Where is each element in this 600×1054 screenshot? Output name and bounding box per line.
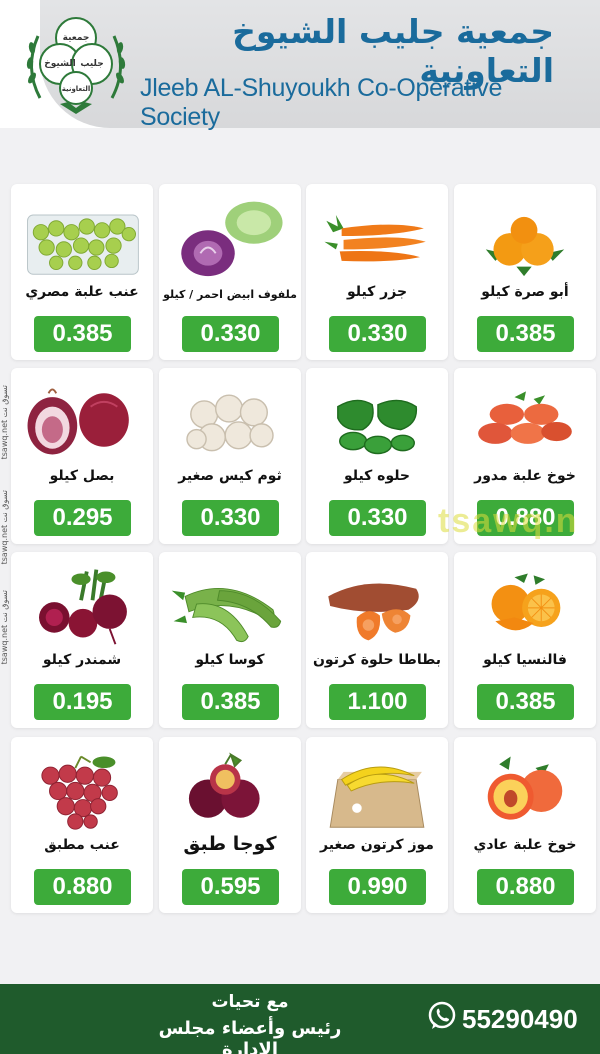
product-card[interactable]: عنب علبة مصري 0.385 [11, 184, 153, 360]
product-card[interactable]: حلوه كيلو 0.330 [306, 368, 448, 544]
product-name: جزر كيلو [346, 284, 408, 300]
society-logo: جمعية جليب الشيوخ التعاونية [26, 17, 126, 114]
banana-box-icon [329, 766, 425, 828]
beetroot-icon [39, 569, 127, 645]
logo-word-1: جمعية [63, 33, 90, 43]
product-name: أبو صرة كيلو [481, 284, 569, 300]
product-name: عنب مطبق [44, 837, 120, 853]
price-badge: 0.330 [182, 316, 279, 352]
zucchini-icon [171, 587, 282, 643]
price-badge: 1.100 [329, 684, 426, 720]
product-name: ثوم كيس صغير [178, 468, 282, 484]
product-name: شمندر كيلو [42, 652, 122, 668]
product-card[interactable]: خوخ علبة عادي 0.880 [454, 737, 596, 913]
price-badge: 0.595 [182, 869, 279, 905]
header: جمعية جليب الشيوخ التعاونية جمعية جليب ا… [0, 0, 600, 131]
product-name: خوخ علبة عادي [473, 837, 577, 853]
product-name: ملفوف ابيض احمر / كيلو [163, 288, 297, 301]
greeting-line-2: رئيس وأعضاء مجلس الإدارة [158, 1018, 342, 1054]
product-name: خوخ علبة مدور [474, 468, 576, 484]
price-badge: 0.330 [182, 500, 279, 536]
product-name: كوجا طبق [183, 833, 277, 855]
flat-peach-icon [478, 391, 572, 444]
green-pepper-icon [337, 399, 418, 455]
phone-number[interactable]: 55290490 [462, 1004, 578, 1035]
whatsapp-icon [428, 1001, 456, 1029]
product-card[interactable]: بصل كيلو 0.295 [11, 368, 153, 544]
peach-icon [487, 756, 563, 820]
price-badge: 0.195 [34, 684, 131, 720]
price-badge: 0.385 [477, 316, 574, 352]
product-card[interactable]: كوسا كيلو 0.385 [159, 552, 301, 728]
product-card[interactable]: خوخ علبة مدور 0.880 [454, 368, 596, 544]
price-badge: 0.295 [34, 500, 131, 536]
price-badge: 0.330 [329, 316, 426, 352]
price-badge: 0.990 [329, 869, 426, 905]
product-card[interactable]: ثوم كيس صغير 0.330 [159, 368, 301, 544]
sweet-potato-icon [328, 583, 419, 641]
product-card[interactable]: فالنسيا كيلو 0.385 [454, 552, 596, 728]
product-card[interactable]: أبو صرة كيلو 0.385 [454, 184, 596, 360]
product-name: حلوه كيلو [343, 468, 411, 484]
logo-word-4: التعاونية [62, 85, 91, 93]
product-card[interactable]: عنب مطبق 0.880 [11, 737, 153, 913]
price-badge: 0.385 [182, 684, 279, 720]
carrot-icon [324, 215, 426, 262]
product-card[interactable]: بطاطا حلوة كرتون 1.100 [306, 552, 448, 728]
price-badge: 0.880 [477, 869, 574, 905]
garlic-icon [186, 394, 274, 452]
price-badge: 0.385 [34, 316, 131, 352]
title-english: Jleeb AL-Shuyoukh Co-Operative Society [140, 74, 503, 131]
logo-word-2: جليب [80, 59, 103, 69]
product-card[interactable]: كوجا طبق 0.595 [159, 737, 301, 913]
product-card[interactable]: شمندر كيلو 0.195 [11, 552, 153, 728]
price-badge: 0.385 [477, 684, 574, 720]
price-badge: 0.330 [329, 500, 426, 536]
cabbage-icon [181, 201, 283, 277]
price-badge: 0.880 [34, 869, 131, 905]
logo-word-3: الشيوخ [44, 59, 75, 69]
product-card[interactable]: ملفوف ابيض احمر / كيلو 0.330 [159, 184, 301, 360]
price-badge: 0.880 [477, 500, 574, 536]
product-name: بطاطا حلوة كرتون [312, 652, 442, 668]
product-name: بصل كيلو [49, 468, 115, 484]
red-onion-icon [27, 388, 129, 455]
mandarin-icon [485, 216, 565, 277]
footer: مع تحيات رئيس وأعضاء مجلس الإدارة 552904… [0, 984, 600, 1054]
product-name: موز كرتون صغير [320, 837, 434, 853]
product-name: كوسا كيلو [195, 652, 265, 668]
product-card[interactable]: جزر كيلو 0.330 [306, 184, 448, 360]
orange-icon [491, 573, 561, 631]
product-name: فالنسيا كيلو [483, 652, 567, 668]
plum-icon [188, 752, 260, 818]
greeting-line-1: مع تحيات [211, 992, 289, 1012]
red-grapes-icon [41, 755, 118, 830]
product-card[interactable]: موز كرتون صغير 0.990 [306, 737, 448, 913]
product-name: عنب علبة مصري [25, 284, 139, 300]
green-grapes-icon [27, 214, 139, 275]
